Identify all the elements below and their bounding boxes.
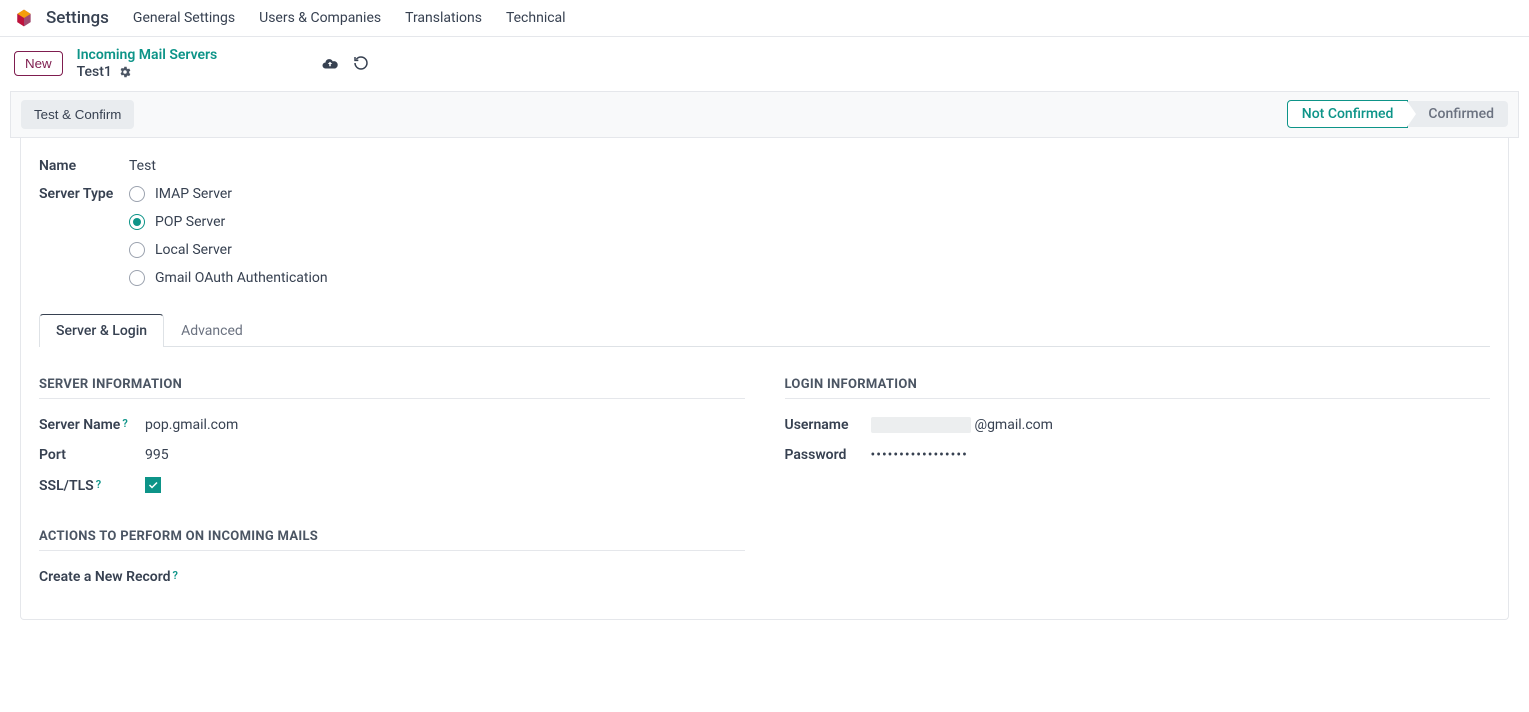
name-label: Name [39, 158, 129, 174]
tab-advanced[interactable]: Advanced [164, 314, 260, 347]
top-menu: General Settings Users & Companies Trans… [133, 10, 566, 26]
server-info-title: Server Information [39, 377, 745, 399]
breadcrumb-icons [321, 55, 369, 73]
app-logo-icon [14, 8, 34, 28]
top-navbar: Settings General Settings Users & Compan… [0, 0, 1529, 37]
radio-gmail-oauth[interactable]: Gmail OAuth Authentication [129, 270, 328, 286]
status-bar: Test & Confirm Not Confirmed Confirmed [10, 91, 1519, 138]
status-not-confirmed[interactable]: Not Confirmed [1287, 100, 1409, 128]
tab-server-login[interactable]: Server & Login [39, 314, 164, 347]
radio-label: Local Server [155, 242, 232, 258]
form-tabs: Server & Login Advanced [39, 314, 1490, 347]
login-info-column: Login Information Username @gmail.com Pa… [785, 377, 1491, 599]
tab-content: Server Information Server Name ? pop.gma… [39, 347, 1490, 599]
username-suffix: @gmail.com [975, 417, 1053, 433]
username-label: Username [785, 417, 865, 433]
undo-icon[interactable] [353, 55, 369, 73]
cloud-upload-icon[interactable] [321, 55, 339, 73]
help-icon[interactable]: ? [96, 478, 101, 491]
breadcrumb-parent[interactable]: Incoming Mail Servers [77, 47, 218, 64]
create-record-label: Create a New Record ? [39, 569, 178, 585]
name-value[interactable]: Test [129, 158, 156, 174]
status-confirmed[interactable]: Confirmed [1408, 101, 1508, 127]
server-type-label: Server Type [39, 186, 129, 202]
form-sheet: Name Test Server Type IMAP Server POP Se… [20, 138, 1509, 620]
help-icon[interactable]: ? [173, 569, 178, 582]
radio-icon [129, 270, 145, 286]
server-type-radio-group: IMAP Server POP Server Local Server Gmai… [129, 186, 328, 286]
radio-label: POP Server [155, 214, 225, 230]
radio-icon-checked [129, 214, 145, 230]
help-icon[interactable]: ? [122, 417, 127, 430]
menu-translations[interactable]: Translations [405, 10, 482, 26]
radio-label: Gmail OAuth Authentication [155, 270, 328, 286]
ssl-tls-checkbox[interactable] [145, 477, 161, 493]
username-redacted-icon [871, 417, 971, 433]
radio-icon [129, 186, 145, 202]
ssl-tls-label: SSL/TLS ? [39, 478, 139, 494]
radio-imap-server[interactable]: IMAP Server [129, 186, 328, 202]
server-name-label: Server Name ? [39, 417, 139, 433]
port-value[interactable]: 995 [145, 447, 169, 463]
app-title: Settings [46, 8, 109, 28]
radio-label: IMAP Server [155, 186, 232, 202]
breadcrumb-current: Test1 [77, 64, 112, 81]
menu-technical[interactable]: Technical [506, 10, 566, 26]
port-label: Port [39, 447, 139, 463]
new-button[interactable]: New [14, 51, 63, 76]
radio-icon [129, 242, 145, 258]
password-value[interactable]: ••••••••••••••••• [871, 447, 968, 463]
gear-icon[interactable] [118, 65, 132, 79]
login-info-title: Login Information [785, 377, 1491, 399]
server-info-column: Server Information Server Name ? pop.gma… [39, 377, 745, 599]
subheader: New Incoming Mail Servers Test1 [0, 37, 1529, 91]
menu-general-settings[interactable]: General Settings [133, 10, 235, 26]
menu-users-companies[interactable]: Users & Companies [259, 10, 381, 26]
username-value[interactable]: @gmail.com [871, 417, 1053, 433]
password-label: Password [785, 447, 865, 463]
test-confirm-button[interactable]: Test & Confirm [21, 100, 134, 129]
radio-local-server[interactable]: Local Server [129, 242, 328, 258]
server-name-value[interactable]: pop.gmail.com [145, 417, 238, 433]
radio-pop-server[interactable]: POP Server [129, 214, 328, 230]
breadcrumb: Incoming Mail Servers Test1 [77, 47, 218, 81]
actions-section-title: Actions to Perform on Incoming Mails [39, 529, 745, 551]
status-pills: Not Confirmed Confirmed [1287, 100, 1508, 128]
